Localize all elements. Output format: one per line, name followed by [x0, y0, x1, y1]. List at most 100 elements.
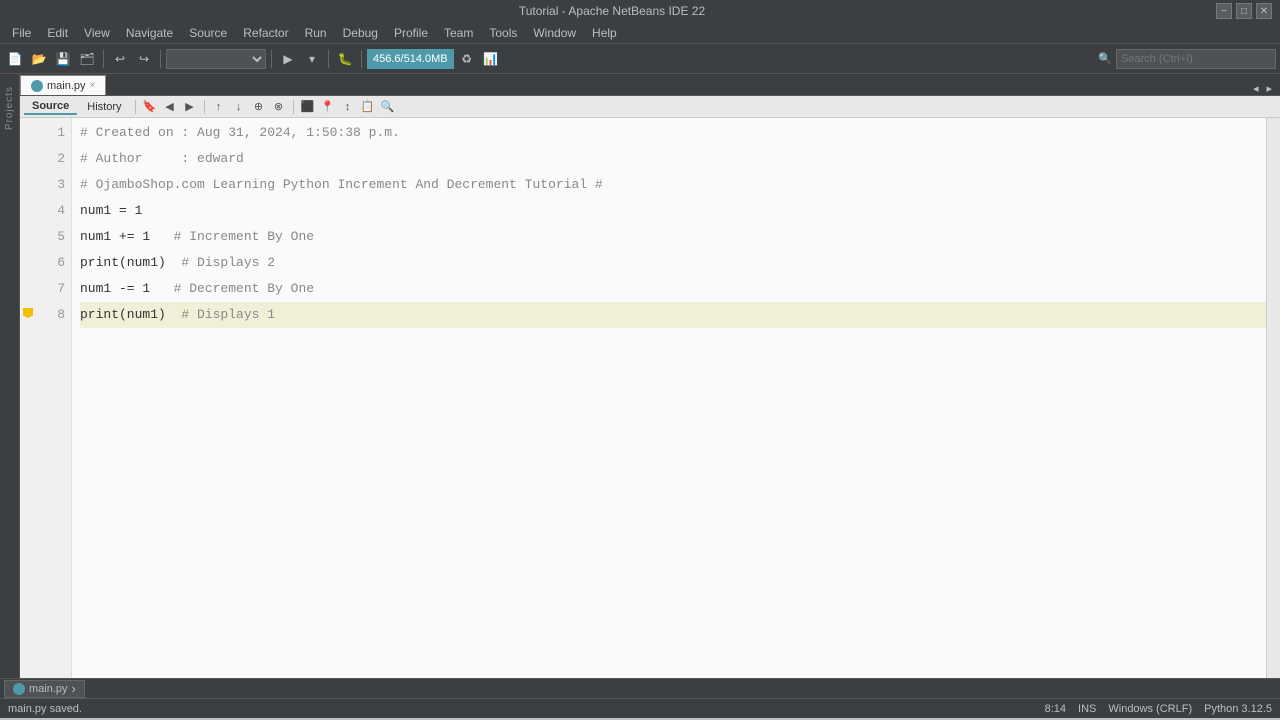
bottom-tab-main-py[interactable]: main.py › [4, 680, 85, 698]
gutter-6 [20, 248, 36, 274]
source-tab[interactable]: Source [24, 99, 77, 115]
toolbar-sep-3 [271, 50, 272, 68]
code-line-3: # OjamboShop.com Learning Python Increme… [80, 172, 1266, 198]
line-num-4: 4 [36, 198, 65, 224]
tab-main-py[interactable]: main.py × [20, 75, 106, 95]
etb-btn-11[interactable]: 📋 [359, 98, 377, 116]
menu-team[interactable]: Team [436, 24, 481, 42]
gutter-5 [20, 222, 36, 248]
etb-btn-12[interactable]: 🔍 [379, 98, 397, 116]
run-config-button[interactable]: ▾ [301, 48, 323, 70]
menu-source[interactable]: Source [181, 24, 235, 42]
code-line-4: num1 = 1 [80, 198, 1266, 224]
status-position: 8:14 [1045, 703, 1066, 715]
toolbar-sep-2 [160, 50, 161, 68]
code-text-4: num1 = 1 [80, 201, 142, 222]
menu-profile[interactable]: Profile [386, 24, 436, 42]
code-line-8: print(num1) # Displays 1 [80, 302, 1266, 328]
line-num-1: 1 [36, 120, 65, 146]
memory-button[interactable]: 456.6/514.0MB [367, 49, 454, 69]
redo-button[interactable]: ↪ [133, 48, 155, 70]
gutter-3 [20, 170, 36, 196]
menu-refactor[interactable]: Refactor [235, 24, 296, 42]
menu-tools[interactable]: Tools [481, 24, 525, 42]
restore-button[interactable]: □ [1236, 3, 1252, 19]
code-text-7a: num1 -= 1 [80, 279, 174, 300]
search-input[interactable] [1116, 49, 1276, 69]
gutter-7 [20, 274, 36, 300]
code-text-7b: # Decrement By One [174, 279, 314, 300]
etb-btn-2[interactable]: ◀ [161, 98, 179, 116]
close-button[interactable]: ✕ [1256, 3, 1272, 19]
minimize-button[interactable]: − [1216, 3, 1232, 19]
project-selector[interactable] [166, 49, 266, 69]
editor-container: main.py × ◂ ▸ Source History 🔖 ◀ ▶ ↑ ↓ ⊕… [20, 74, 1280, 678]
code-text-6a: print(num1) [80, 253, 181, 274]
editor-toolbar: Source History 🔖 ◀ ▶ ↑ ↓ ⊕ ⊗ ⬛ 📍 ↕ 📋 🔍 [20, 96, 1280, 118]
gutter-8 [20, 300, 36, 326]
etb-btn-8[interactable]: ⬛ [299, 98, 317, 116]
tab-scroll-left[interactable]: ◂ [1249, 82, 1263, 95]
menu-navigate[interactable]: Navigate [118, 24, 181, 42]
tab-label: main.py [47, 80, 86, 92]
left-panel: Projects [0, 74, 20, 678]
new-file-button[interactable]: 📄 [4, 48, 26, 70]
code-line-6: print(num1) # Displays 2 [80, 250, 1266, 276]
code-area[interactable]: 1 2 3 4 5 6 7 8 # Created on : Aug 31, 2… [20, 118, 1280, 678]
debug-button[interactable]: 🐛 [334, 48, 356, 70]
code-text-5a: num1 += 1 [80, 227, 174, 248]
title-bar-title: Tutorial - Apache NetBeans IDE 22 [8, 4, 1216, 18]
save-button[interactable]: 💾 [52, 48, 74, 70]
tab-bar: main.py × ◂ ▸ [20, 74, 1280, 96]
main-area: Projects main.py × ◂ ▸ Source History 🔖 … [0, 74, 1280, 678]
etb-sep-2 [204, 100, 205, 114]
code-content[interactable]: # Created on : Aug 31, 2024, 1:50:38 p.m… [72, 118, 1266, 678]
line-num-8: 8 [36, 302, 65, 328]
tab-close-button[interactable]: × [90, 80, 96, 91]
toolbar-sep-5 [361, 50, 362, 68]
gutter-1 [20, 118, 36, 144]
bottom-tab-label: main.py [29, 683, 68, 695]
save-all-button[interactable]: 🗂 [76, 48, 98, 70]
etb-btn-3[interactable]: ▶ [181, 98, 199, 116]
menu-window[interactable]: Window [525, 24, 584, 42]
profile-button[interactable]: 📊 [480, 48, 502, 70]
menu-help[interactable]: Help [584, 24, 625, 42]
projects-label: Projects [4, 86, 15, 130]
etb-btn-9[interactable]: 📍 [319, 98, 337, 116]
status-python-version: Python 3.12.5 [1204, 703, 1272, 715]
etb-btn-7[interactable]: ⊗ [270, 98, 288, 116]
gc-button[interactable]: ♻ [456, 48, 478, 70]
run-button[interactable]: ▶ [277, 48, 299, 70]
undo-button[interactable]: ↩ [109, 48, 131, 70]
etb-btn-5[interactable]: ↓ [230, 98, 248, 116]
menu-view[interactable]: View [76, 24, 118, 42]
etb-btn-1[interactable]: 🔖 [141, 98, 159, 116]
status-bar: main.py saved. 8:14 INS Windows (CRLF) P… [0, 698, 1280, 718]
menu-bar: File Edit View Navigate Source Refactor … [0, 22, 1280, 44]
menu-debug[interactable]: Debug [335, 24, 386, 42]
etb-btn-6[interactable]: ⊕ [250, 98, 268, 116]
bottom-python-icon [13, 683, 25, 695]
menu-file[interactable]: File [4, 24, 39, 42]
menu-run[interactable]: Run [297, 24, 335, 42]
menu-edit[interactable]: Edit [39, 24, 76, 42]
etb-btn-4[interactable]: ↑ [210, 98, 228, 116]
line-num-2: 2 [36, 146, 65, 172]
right-scrollbar[interactable] [1266, 118, 1280, 678]
history-tab[interactable]: History [79, 100, 129, 114]
status-saved-text: main.py saved. [8, 703, 82, 715]
toolbar-sep-4 [328, 50, 329, 68]
etb-btn-10[interactable]: ↕ [339, 98, 357, 116]
tab-scroll-right[interactable]: ▸ [1262, 82, 1276, 95]
code-line-7: num1 -= 1 # Decrement By One [80, 276, 1266, 302]
code-text-3: # OjamboShop.com Learning Python Increme… [80, 175, 603, 196]
bookmark-icon [23, 308, 33, 318]
status-encoding: INS [1078, 703, 1096, 715]
code-line-2: # Author : edward [80, 146, 1266, 172]
open-file-button[interactable]: 📂 [28, 48, 50, 70]
bottom-tab-bar: main.py › [0, 678, 1280, 698]
status-left: main.py saved. [8, 703, 82, 715]
code-text-2: # Author : edward [80, 149, 244, 170]
etb-sep-3 [293, 100, 294, 114]
